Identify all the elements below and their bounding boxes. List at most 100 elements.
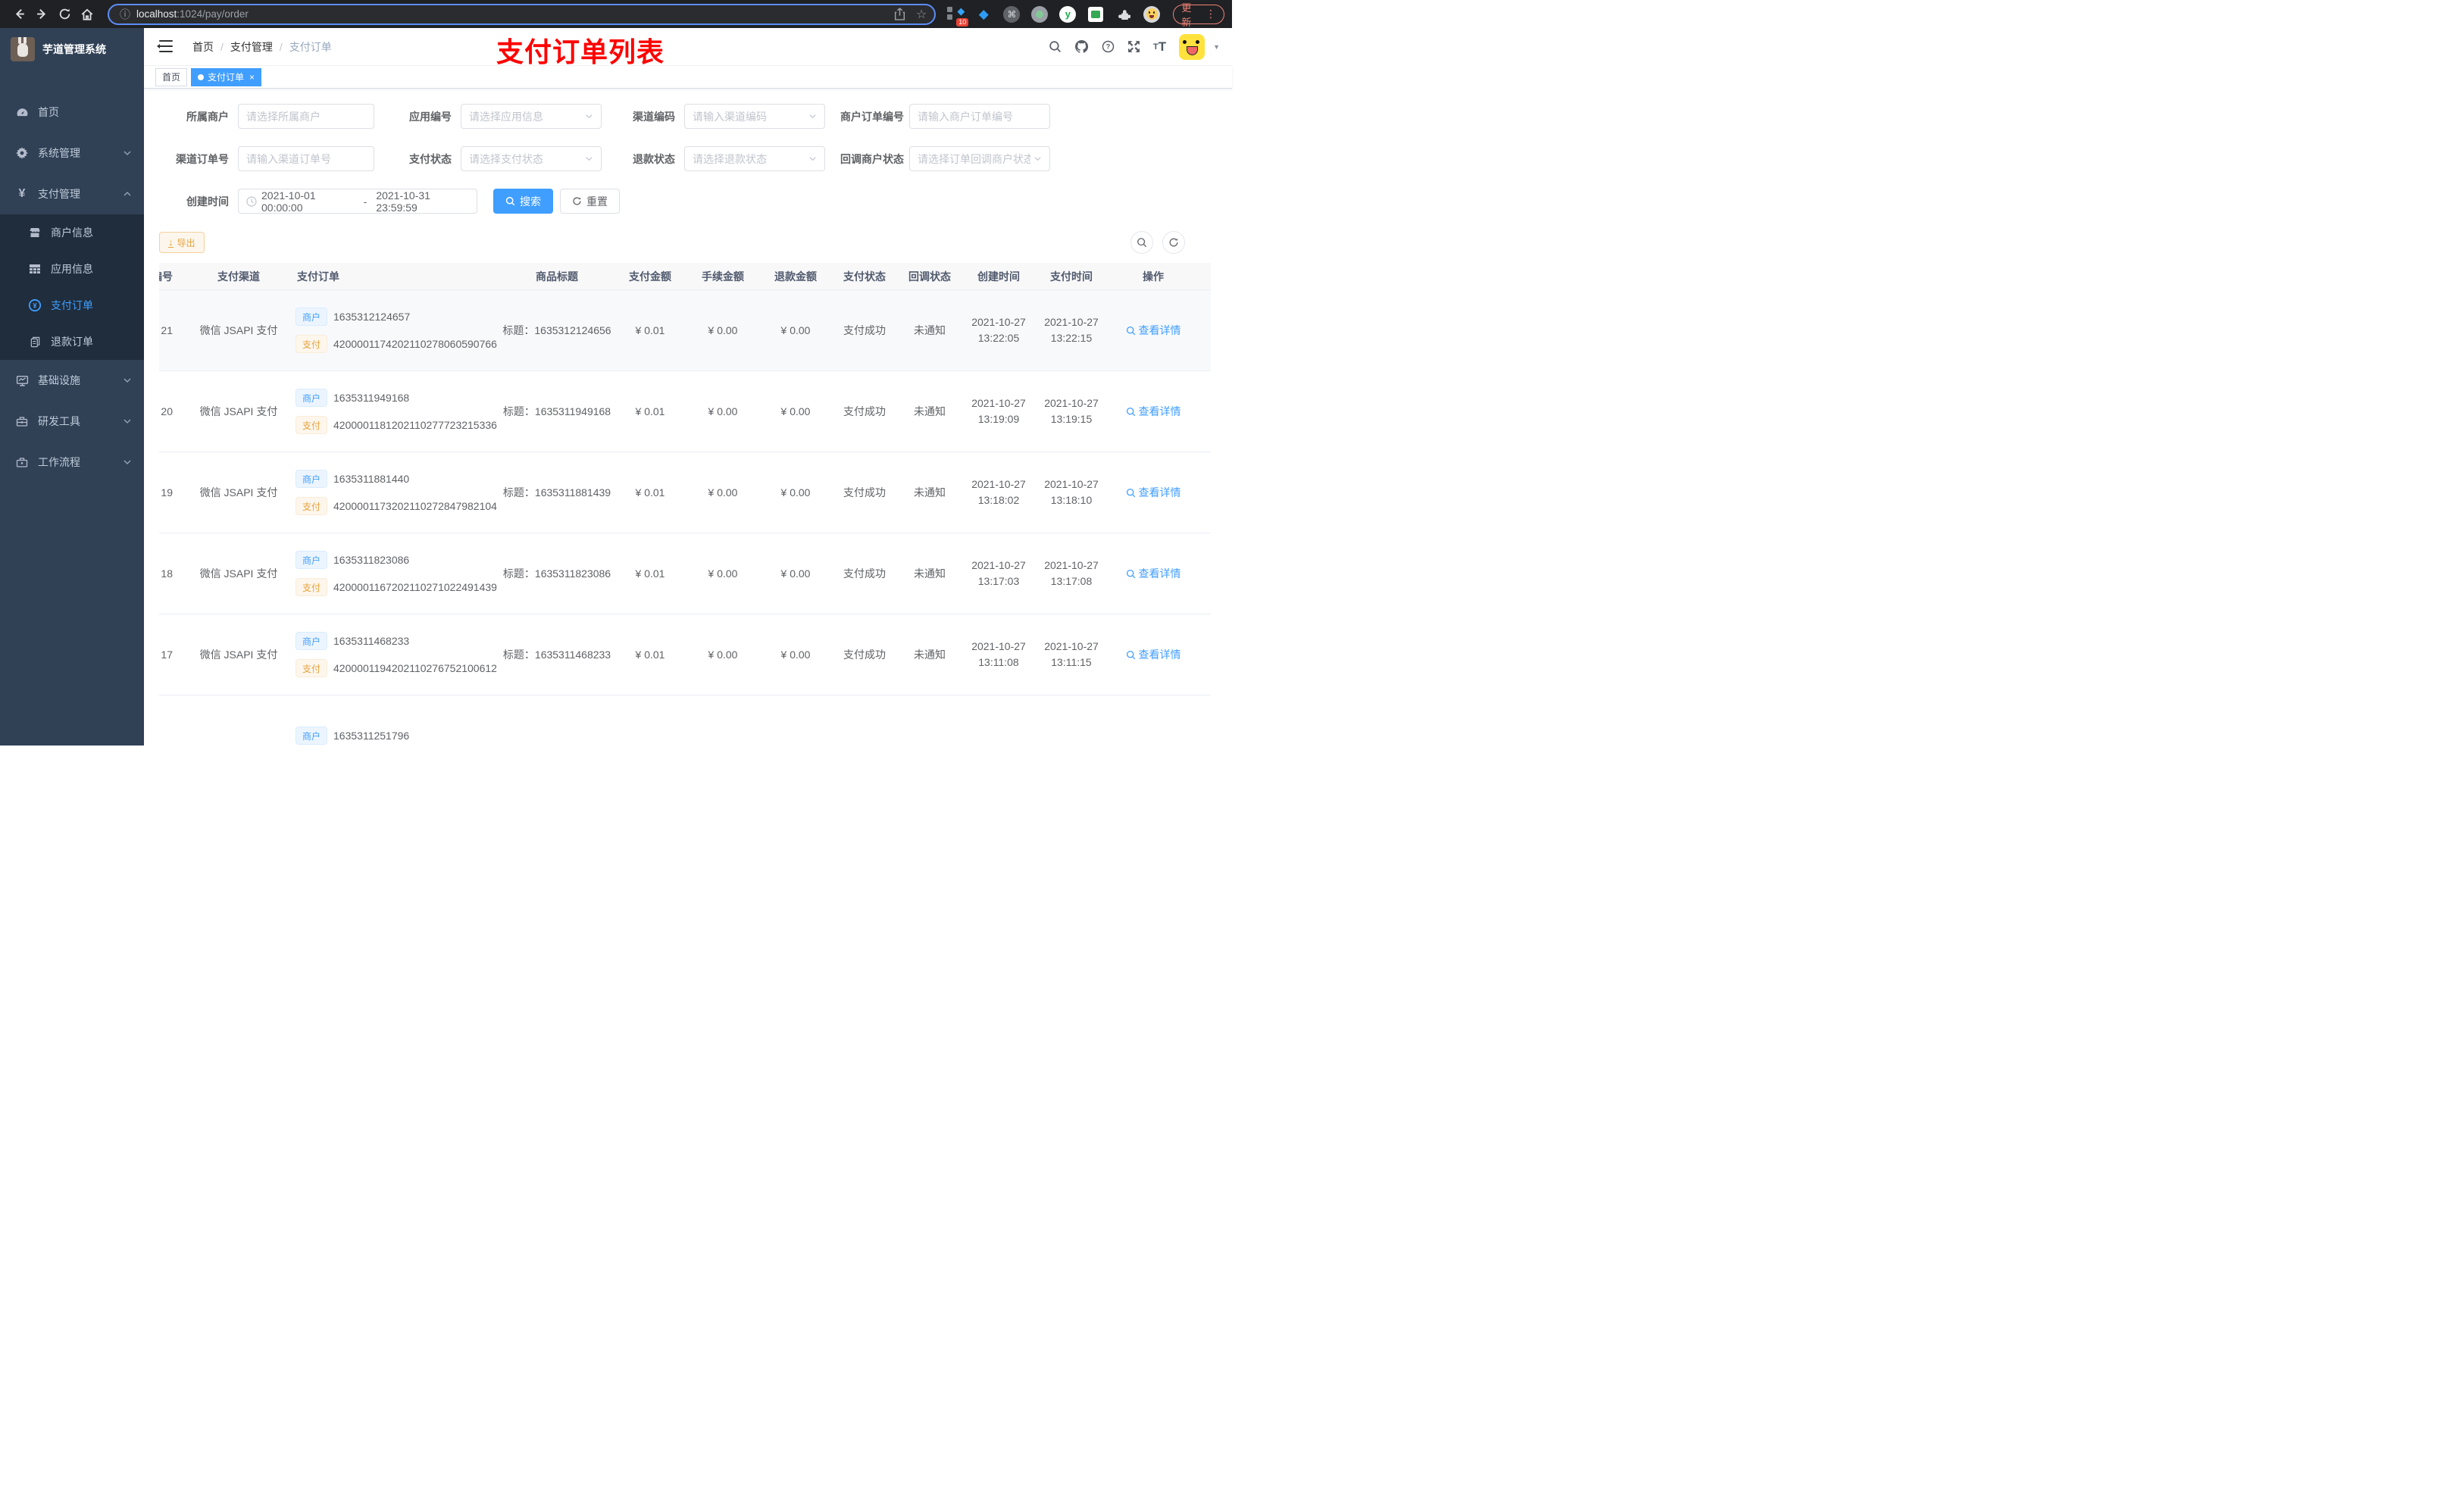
cell-amount: ¥ 0.01 (635, 405, 665, 417)
extension-gem-icon[interactable]: ◆ (974, 5, 993, 23)
tag-pay-order[interactable]: 支付订单 × (191, 67, 262, 86)
reload-icon[interactable] (53, 3, 76, 26)
refund-status-field[interactable] (693, 152, 805, 165)
paid-date: 2021-10-27 (1044, 478, 1099, 490)
breadcrumb-pay[interactable]: 支付管理 (230, 39, 273, 55)
github-icon[interactable] (1074, 39, 1089, 54)
extensions-puzzle-icon[interactable] (1115, 5, 1133, 23)
reset-label: 重置 (586, 195, 608, 208)
pay-tag: 支付 (295, 659, 328, 677)
filter-label: 所属商户 (186, 110, 229, 123)
created-time: 13:18:02 (977, 494, 1020, 506)
close-icon[interactable]: × (249, 72, 255, 83)
sidebar-item-system[interactable]: 系统管理 (0, 133, 144, 173)
home-icon[interactable] (76, 3, 98, 26)
profile-emoji-icon[interactable] (1143, 5, 1161, 23)
site-info-icon[interactable]: ⓘ (120, 7, 130, 22)
toggle-search-button[interactable] (1130, 231, 1153, 254)
merchant-input-field[interactable] (246, 110, 366, 123)
breadcrumb-home[interactable]: 首页 (192, 39, 214, 55)
view-detail-link[interactable]: 查看详情 (1126, 323, 1181, 338)
sidebar-item-refund-order[interactable]: 退款订单 (0, 324, 144, 360)
filter-refund-status: 退款状态 (617, 146, 825, 171)
extension-chat-icon[interactable] (1087, 5, 1105, 23)
browser-menu-icon[interactable]: ⋮ (1205, 8, 1216, 20)
paid-time: 13:17:08 (1050, 575, 1093, 587)
cell-fee: ¥ 0.00 (708, 486, 738, 499)
extension-command-icon[interactable]: ⌘ (1002, 5, 1021, 23)
filter-label: 回调商户状态 (840, 152, 904, 165)
search-icon[interactable] (1049, 40, 1062, 53)
merchant-order-input[interactable] (909, 104, 1050, 129)
channel-order-input[interactable] (238, 146, 374, 171)
bookmark-star-icon[interactable]: ☆ (916, 7, 927, 22)
url-path: :1024/pay/order (177, 8, 249, 20)
date-range-picker[interactable]: 2021-10-01 00:00:00 - 2021-10-31 23:59:5… (238, 189, 477, 214)
sidebar-item-home[interactable]: 首页 (0, 92, 144, 133)
created-time: 13:17:03 (977, 575, 1020, 587)
chevron-down-icon (585, 112, 593, 120)
cell-fee: ¥ 0.00 (708, 324, 738, 336)
sidebar-item-merchant-info[interactable]: 商户信息 (0, 214, 144, 251)
sidebar: 芋道管理系统 首页 系统管理 ¥ 支付管理 商户信息 应用信息 ¥ 支付订单 退… (0, 28, 144, 746)
filter-label: 创建时间 (186, 195, 229, 208)
app-select-field[interactable] (469, 110, 582, 123)
download-icon: ↓ (168, 236, 174, 248)
extension-badge: 10 (956, 17, 969, 27)
logo-rabbit-image (11, 37, 35, 61)
created-date: 2021-10-27 (971, 640, 1026, 652)
fullscreen-icon[interactable] (1127, 40, 1140, 53)
pay-status-select[interactable] (461, 146, 602, 171)
font-size-icon[interactable]: TT (1153, 39, 1166, 55)
sidebar-item-infrastructure[interactable]: 基础设施 (0, 360, 144, 401)
merchant-input[interactable] (238, 104, 374, 129)
cell-notify: 未通知 (914, 567, 946, 580)
sidebar-item-application-info[interactable]: 应用信息 (0, 251, 144, 287)
extension-record-icon[interactable] (1030, 5, 1049, 23)
merchant-order-field[interactable] (918, 110, 1042, 123)
app-select[interactable] (461, 104, 602, 129)
paid-time: 13:22:15 (1050, 332, 1093, 344)
breadcrumb-separator: / (279, 40, 283, 53)
sidebar-item-pay-order[interactable]: ¥ 支付订单 (0, 287, 144, 324)
share-icon[interactable] (894, 8, 905, 20)
chevron-down-icon (123, 458, 132, 467)
view-detail-link[interactable]: 查看详情 (1126, 485, 1181, 500)
address-bar[interactable]: ⓘ localhost:1024/pay/order ☆ (108, 3, 937, 25)
chevron-down-icon (123, 376, 132, 385)
channel-code-field[interactable] (693, 110, 805, 123)
avatar-caret-icon[interactable]: ▼ (1213, 43, 1220, 51)
app-title: 芋道管理系统 (42, 43, 106, 55)
paid-date: 2021-10-27 (1044, 397, 1099, 409)
back-icon[interactable] (8, 3, 30, 26)
sidebar-toggle-icon[interactable] (156, 39, 173, 54)
extension-y-icon[interactable]: y (1058, 5, 1077, 23)
tag-home[interactable]: 首页 (155, 67, 188, 86)
reset-button[interactable]: 重置 (560, 189, 620, 214)
pay-status-field[interactable] (469, 152, 582, 165)
extensions-row: ◆ 10 ◆ ⌘ y (946, 5, 1161, 27)
help-icon[interactable]: ? (1102, 40, 1115, 53)
browser-update-button[interactable]: 更新 ⋮ (1173, 2, 1224, 28)
forward-icon[interactable] (30, 3, 53, 26)
view-detail-link[interactable]: 查看详情 (1126, 404, 1181, 419)
sidebar-item-devtools[interactable]: 研发工具 (0, 401, 144, 442)
table-row: 21 微信 JSAPI 支付 商户 1635312124657 支付 4200001… (159, 290, 1211, 371)
channel-order-field[interactable] (246, 152, 366, 165)
refresh-button[interactable] (1162, 231, 1185, 254)
view-detail-link[interactable]: 查看详情 (1126, 647, 1181, 662)
sidebar-item-workflow[interactable]: 工作流程 (0, 442, 144, 483)
extension-blocks-icon[interactable]: ◆ 10 (946, 5, 969, 27)
refund-status-select[interactable] (684, 146, 825, 171)
callback-status-select[interactable] (909, 146, 1050, 171)
user-avatar[interactable] (1179, 33, 1205, 60)
tag-label: 支付订单 (208, 72, 245, 83)
view-detail-link[interactable]: 查看详情 (1126, 566, 1181, 581)
filter-label: 商户订单编号 (840, 110, 904, 123)
export-button[interactable]: ↓ 导出 (159, 232, 205, 253)
cell-notify: 未通知 (914, 324, 946, 336)
channel-code-select[interactable] (684, 104, 825, 129)
search-button[interactable]: 搜索 (493, 189, 553, 214)
sidebar-item-pay[interactable]: ¥ 支付管理 (0, 173, 144, 214)
callback-status-field[interactable] (918, 152, 1030, 165)
